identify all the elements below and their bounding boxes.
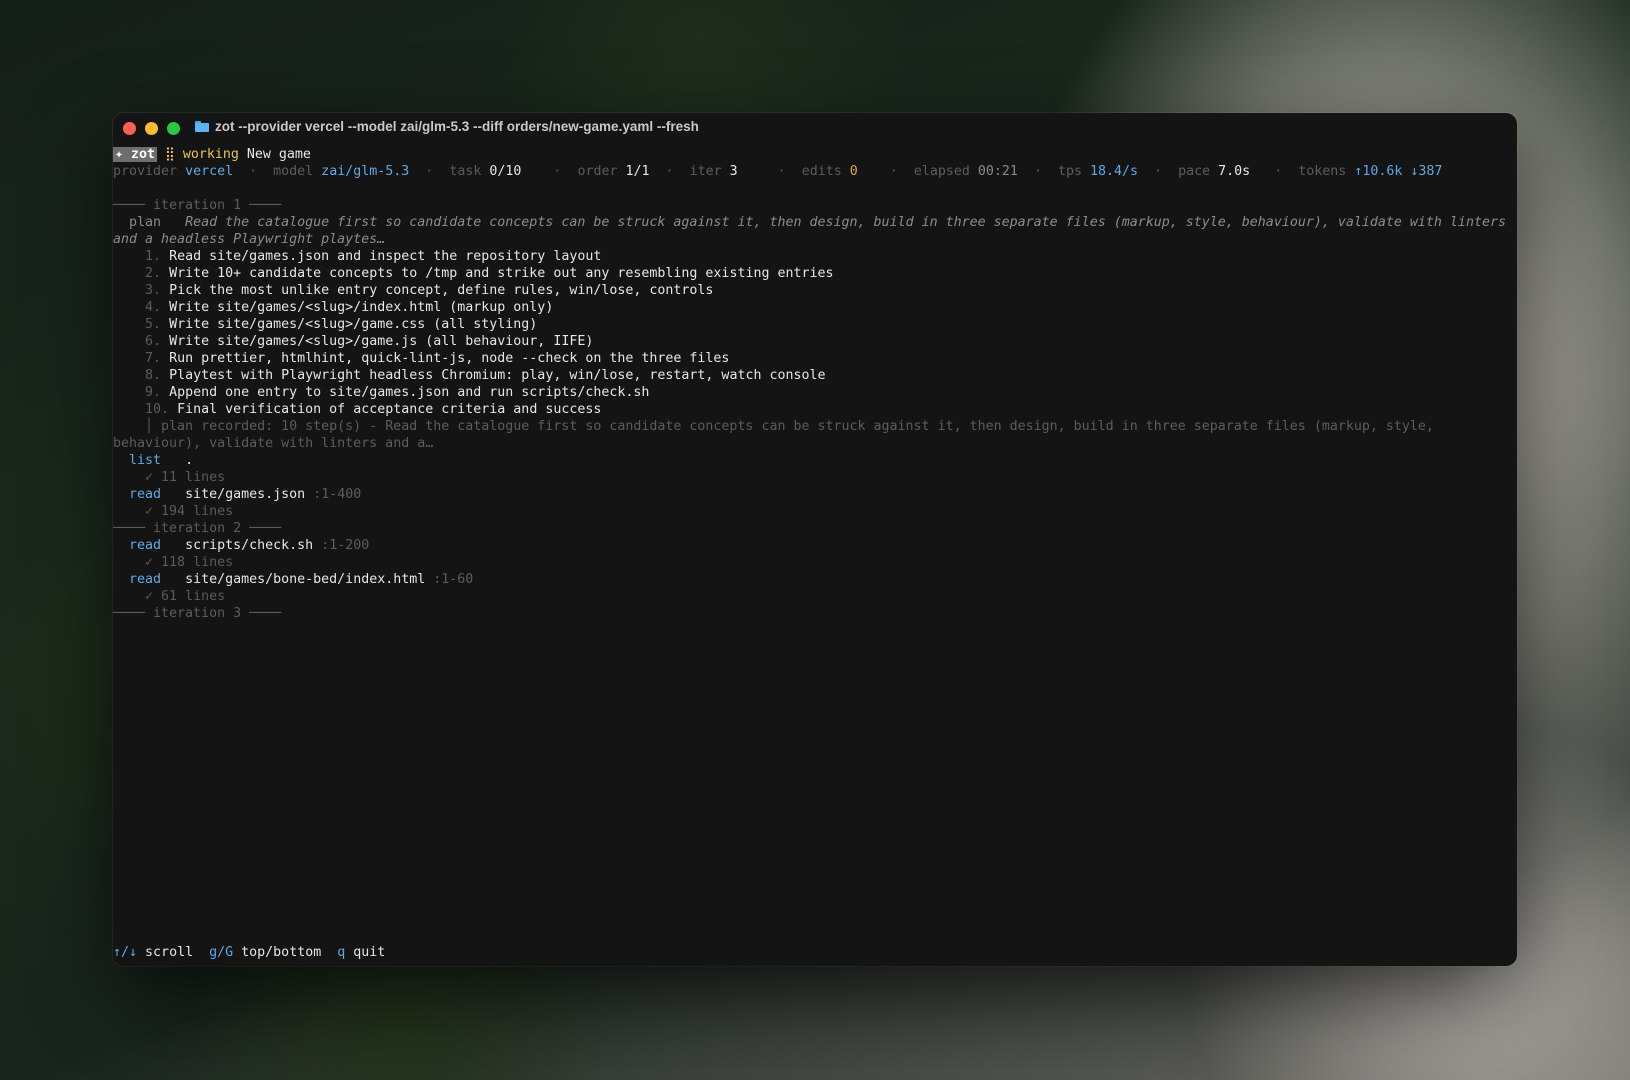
- spinner-icon: ⣿: [165, 147, 175, 162]
- scroll-key[interactable]: ↑/↓: [113, 945, 137, 960]
- status-line: ✦ zot ⣿ working New game: [113, 146, 1517, 163]
- plan-recorded: │ plan recorded: 10 step(s) - Read the c…: [113, 419, 1442, 451]
- traffic-lights: [123, 122, 180, 135]
- metric-value: 7.0s: [1218, 164, 1251, 179]
- iteration-header: ──── iteration 3 ────: [113, 606, 282, 621]
- terminal-window: zot --provider vercel --model zai/glm-5.…: [113, 113, 1517, 966]
- plan-step: 8. Playtest with Playwright headless Chr…: [145, 368, 826, 383]
- iteration-header: ──── iteration 2 ────: [113, 521, 282, 536]
- metric-label: tokens: [1298, 164, 1347, 179]
- metric-value: vercel: [185, 164, 234, 179]
- folder-icon: [195, 121, 209, 132]
- tool-arg: site/games/bone-bed/index.html: [185, 572, 426, 587]
- metrics-line: provider vercel · model zai/glm-5.3 · ta…: [113, 164, 1443, 179]
- metric-label: provider: [113, 164, 178, 179]
- plan-step: 10. Final verification of acceptance cri…: [145, 402, 602, 417]
- tool-name: read: [129, 538, 162, 553]
- metric-value: ↑10.6k: [1354, 164, 1403, 179]
- tool-arg: site/games.json: [185, 487, 306, 502]
- tool-result: ✓ 194 lines: [145, 504, 234, 519]
- top-bottom-key[interactable]: g/G: [209, 945, 233, 960]
- metric-value: 1/1: [625, 164, 650, 179]
- metric-value: 18.4/s: [1090, 164, 1139, 179]
- quit-label: quit: [353, 945, 386, 960]
- metric-label: pace: [1178, 164, 1211, 179]
- tool-arg: scripts/check.sh: [185, 538, 314, 553]
- metric-label: iter: [689, 164, 722, 179]
- window-title-text: zot --provider vercel --model zai/glm-5.…: [215, 119, 699, 134]
- plan-step: 9. Append one entry to site/games.json a…: [145, 385, 650, 400]
- tool-call: read site/games.json :1-400: [113, 486, 1517, 503]
- tool-result: ✓ 61 lines: [145, 589, 226, 604]
- metric-value: zai/glm-5.3: [321, 164, 410, 179]
- metric-label: elapsed: [913, 164, 970, 179]
- metric-label: task: [449, 164, 482, 179]
- iteration-header: ──── iteration 1 ────: [113, 198, 282, 213]
- close-button[interactable]: [123, 122, 136, 135]
- tool-result: ✓ 118 lines: [145, 555, 234, 570]
- tool-range: :1-60: [433, 572, 474, 587]
- minimize-button[interactable]: [145, 122, 158, 135]
- window-title: zot --provider vercel --model zai/glm-5.…: [195, 119, 699, 134]
- tool-arg: .: [185, 453, 194, 468]
- metric-value: 0/10: [489, 164, 522, 179]
- tool-name: list: [129, 453, 162, 468]
- metric-value: 00:21: [977, 164, 1018, 179]
- title-bar[interactable]: zot --provider vercel --model zai/glm-5.…: [113, 113, 1517, 143]
- tool-name: read: [129, 487, 162, 502]
- top-bottom-label: top/bottom: [241, 945, 322, 960]
- task-name: New game: [246, 147, 311, 162]
- status-state: working: [182, 147, 239, 162]
- plan-step: 2. Write 10+ candidate concepts to /tmp …: [145, 266, 834, 281]
- plan-step: 3. Pick the most unlike entry concept, d…: [145, 283, 714, 298]
- plan-step: 6. Write site/games/<slug>/game.js (all …: [145, 334, 594, 349]
- metric-value: ↓387: [1410, 164, 1443, 179]
- metric-label: tps: [1057, 164, 1082, 179]
- metric-value: 3: [729, 164, 738, 179]
- tool-range: :1-200: [321, 538, 370, 553]
- plan-step: 5. Write site/games/<slug>/game.css (all…: [145, 317, 538, 332]
- plan-label: plan: [129, 215, 162, 230]
- tool-call: read site/games/bone-bed/index.html :1-6…: [113, 571, 1517, 588]
- tool-result: ✓ 11 lines: [145, 470, 226, 485]
- scroll-label: scroll: [145, 945, 194, 960]
- plan-step: 7. Run prettier, htmlhint, quick-lint-js…: [145, 351, 730, 366]
- app-badge: ✦ zot: [113, 147, 158, 162]
- plan-line: plan Read the catalogue first so candida…: [113, 214, 1517, 248]
- plan-step: 1. Read site/games.json and inspect the …: [145, 249, 602, 264]
- quit-key[interactable]: q: [337, 945, 345, 960]
- metric-label: edits: [801, 164, 842, 179]
- tool-name: read: [129, 572, 162, 587]
- metric-value: 0: [849, 164, 858, 179]
- plan-text: Read the catalogue first so candidate co…: [113, 215, 1514, 247]
- plan-step: 4. Write site/games/<slug>/index.html (m…: [145, 300, 554, 315]
- zoom-button[interactable]: [167, 122, 180, 135]
- tool-call: read scripts/check.sh :1-200: [113, 537, 1517, 554]
- tool-range: :1-400: [313, 487, 362, 502]
- keybind-footer: ↑/↓ scroll g/G top/bottom q quit: [113, 944, 385, 961]
- metric-label: model: [273, 164, 314, 179]
- terminal-content[interactable]: ✦ zot ⣿ working New game provider vercel…: [113, 146, 1517, 960]
- tool-call: list .: [113, 452, 1517, 469]
- metric-label: order: [577, 164, 618, 179]
